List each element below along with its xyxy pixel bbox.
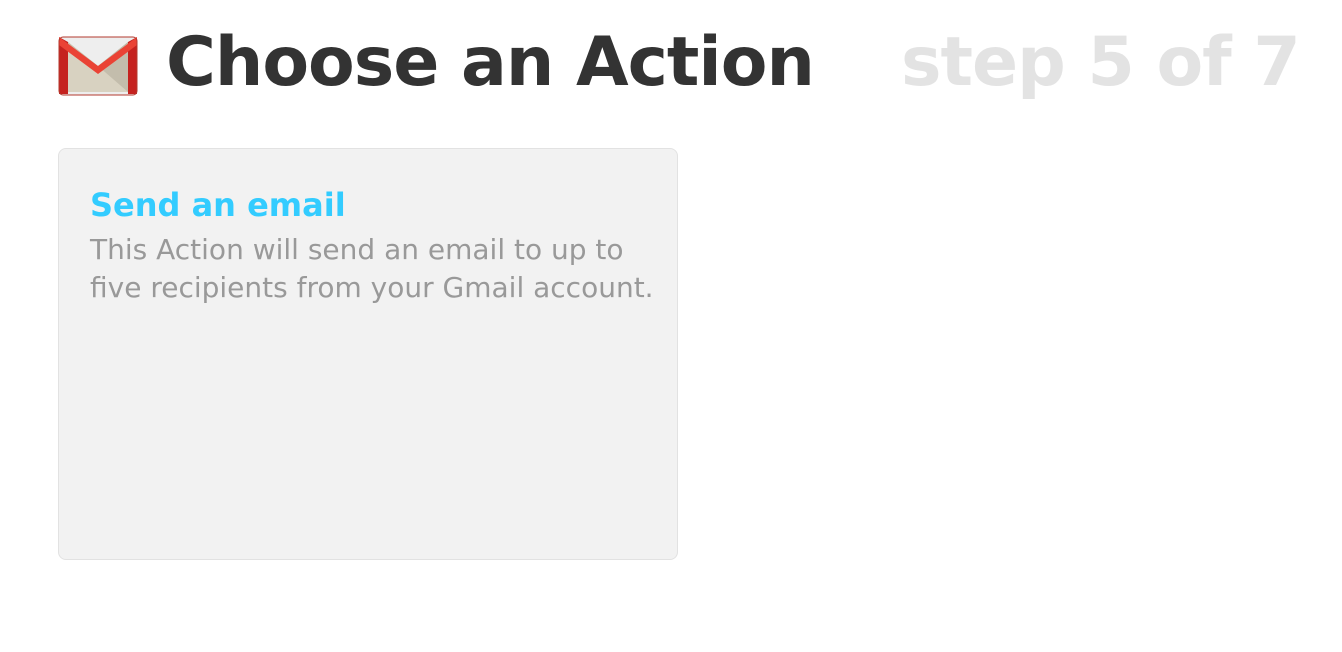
gmail-icon <box>58 36 138 96</box>
action-title[interactable]: Send an email <box>90 183 346 227</box>
action-card-send-email[interactable]: Send an email This Action will send an e… <box>58 148 678 560</box>
page-header: Choose an Action step 5 of 7 <box>58 22 1301 112</box>
page-title: Choose an Action <box>166 23 815 102</box>
step-indicator: step 5 of 7 <box>901 23 1301 102</box>
action-description: This Action will send an email to up to … <box>90 233 654 304</box>
